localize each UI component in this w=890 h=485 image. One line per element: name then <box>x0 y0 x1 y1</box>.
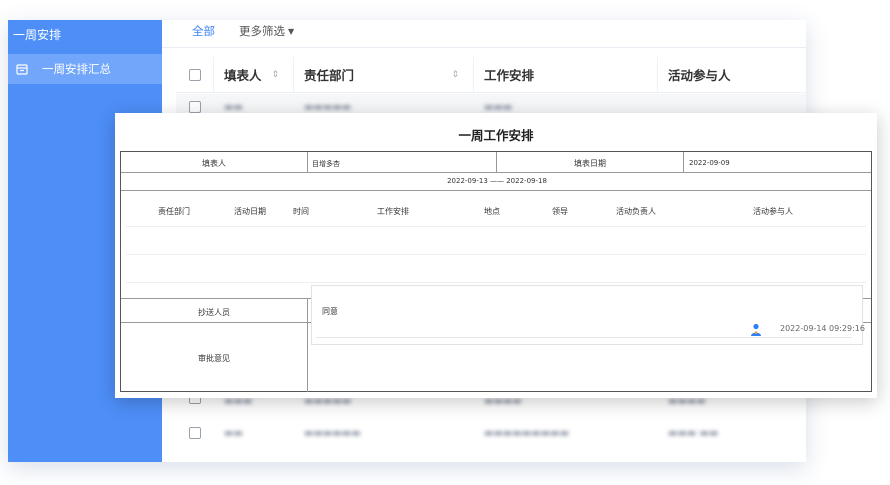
row-checkbox[interactable] <box>189 427 201 439</box>
column-header-work-plan-label: 工作安排 <box>484 68 535 83</box>
approval-text: 同意 <box>322 307 338 316</box>
select-all-checkbox[interactable] <box>188 68 201 81</box>
divider <box>496 152 497 172</box>
filler-label: 填表人 <box>202 159 226 168</box>
tab-all-label: 全部 <box>192 24 215 38</box>
column-header-participants-label: 活动参与人 <box>668 68 731 83</box>
column-header-participants: 活动参与人 <box>658 57 806 92</box>
blurred-cell: ▬▬▬▬▬ <box>304 101 352 113</box>
divider <box>307 298 308 392</box>
column-header-work-plan: 工作安排 <box>474 57 658 92</box>
blurred-cell: ▬▬▬ <box>484 101 513 113</box>
form-column-work-plan: 工作安排 <box>377 207 409 216</box>
approval-opinion-box: 同意 2022-09-14 09:29:16 <box>311 285 865 345</box>
form-column-activity-date: 活动日期 <box>234 207 266 216</box>
caret-down-icon: ▼ <box>288 26 295 36</box>
column-header-filler[interactable]: 填表人 ⇕ <box>214 57 294 92</box>
calendar-icon <box>16 63 28 75</box>
header-checkbox-cell <box>176 57 214 92</box>
column-header-department-label: 责任部门 <box>304 68 355 83</box>
sort-icon[interactable]: ⇕ <box>451 70 459 80</box>
form-column-participants: 活动参与人 <box>753 207 793 216</box>
form-title: 一周工作安排 <box>458 128 534 143</box>
divider <box>316 337 852 338</box>
sidebar-item-label: 一周安排汇总 <box>42 62 111 76</box>
user-avatar-icon <box>750 322 762 336</box>
row-checkbox-cell <box>176 101 214 113</box>
tab-more-filters[interactable]: 更多筛选 ▼ <box>239 23 300 47</box>
sidebar-header: 一周安排 <box>13 28 62 42</box>
filter-tabs: 全部 更多筛选 ▼ <box>162 20 806 48</box>
form-column-leader: 领导 <box>552 207 568 216</box>
filler-value: 目增多杏 <box>312 160 340 168</box>
form-column-activity-owner: 活动负责人 <box>616 207 656 216</box>
blurred-cell: ▬▬ <box>224 101 243 113</box>
sidebar-item-weekly-summary[interactable]: 一周安排汇总 <box>8 54 162 84</box>
form-grid: 填表人 目增多杏 填表日期 2022-09-09 2022-09-13 —— 2… <box>120 151 872 392</box>
divider <box>126 282 866 283</box>
sort-icon[interactable]: ⇕ <box>272 70 280 80</box>
column-header-department[interactable]: 责任部门 ⇕ <box>294 57 474 92</box>
blurred-cell: ▬▬▬ ▬▬ <box>668 427 719 439</box>
fill-date-value: 2022-09-09 <box>689 159 730 167</box>
row-checkbox-cell <box>176 394 214 404</box>
row-checkbox[interactable] <box>189 101 201 113</box>
blurred-cell: ▬▬▬▬▬▬ <box>304 427 361 439</box>
table-header: 填表人 ⇕ 责任部门 ⇕ 工作安排 活动参与人 <box>176 57 806 93</box>
divider <box>121 190 871 191</box>
divider <box>126 226 866 227</box>
form-column-location: 地点 <box>484 207 500 216</box>
divider <box>126 254 866 255</box>
form-column-department: 责任部门 <box>158 207 190 216</box>
weekly-plan-form: 一周工作安排 填表人 目增多杏 填表日期 2022-09-09 2022-09-… <box>115 113 877 398</box>
blurred-cell: ▬▬▬▬▬▬▬▬▬ <box>484 427 570 439</box>
fill-date-label: 填表日期 <box>574 159 606 168</box>
blurred-cell: ▬▬ <box>224 427 243 439</box>
cc-label: 抄送人员 <box>198 308 230 317</box>
tab-all[interactable]: 全部 <box>192 23 221 47</box>
divider <box>683 152 684 172</box>
table-row[interactable]: ▬▬ ▬▬▬▬▬▬ ▬▬▬▬▬▬▬▬▬ ▬▬▬ ▬▬ <box>176 418 806 448</box>
tab-more-filters-label: 更多筛选 <box>239 24 285 38</box>
approval-timestamp: 2022-09-14 09:29:16 <box>780 324 865 333</box>
divider <box>307 152 308 172</box>
row-checkbox-cell <box>176 427 214 439</box>
column-header-filler-label: 填表人 <box>224 68 262 83</box>
approval-label: 审批意见 <box>198 354 230 363</box>
divider <box>121 172 871 173</box>
period-range: 2022-09-13 —— 2022-09-18 <box>447 177 547 185</box>
form-column-time: 时间 <box>293 207 309 216</box>
